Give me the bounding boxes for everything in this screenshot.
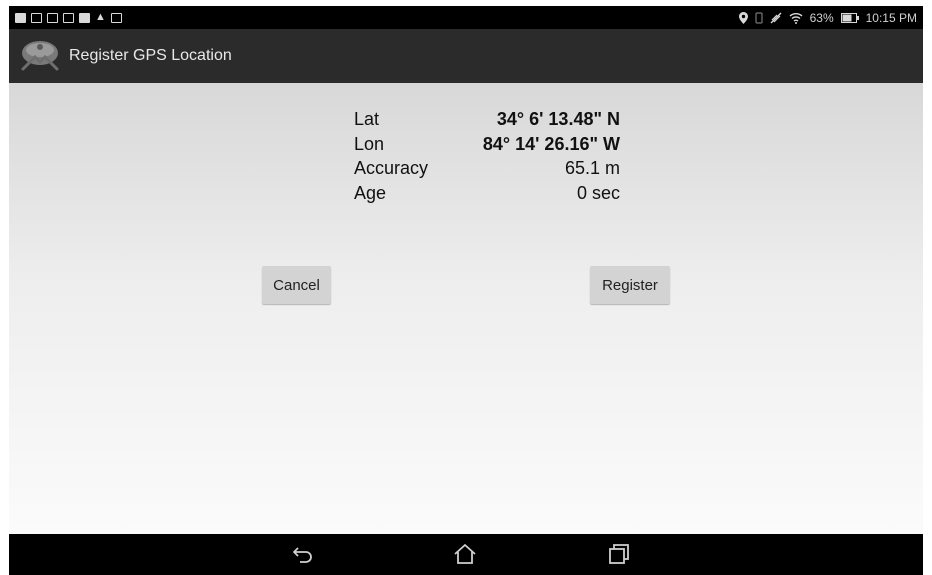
back-icon[interactable] bbox=[291, 542, 315, 566]
signal-off-icon bbox=[770, 12, 782, 23]
wifi-icon bbox=[789, 12, 803, 24]
notification-photo-icon bbox=[110, 12, 122, 23]
app-title: Register GPS Location bbox=[69, 47, 232, 64]
action-bar: Register GPS Location bbox=[9, 29, 923, 83]
longitude-value: 84° 14' 26.16" W bbox=[482, 134, 620, 154]
notification-z-icon bbox=[79, 12, 90, 23]
app-logo-icon bbox=[21, 41, 59, 71]
age-row: Age 0 sec bbox=[354, 183, 620, 207]
age-label: Age bbox=[354, 183, 387, 203]
latitude-value: 34° 6' 13.48" N bbox=[496, 109, 620, 129]
location-pin-icon bbox=[738, 11, 748, 24]
latitude-row: Lat 34° 6' 13.48" N bbox=[354, 109, 620, 133]
main-content: Lat 34° 6' 13.48" N Lon 84° 14' 26.16" W… bbox=[9, 83, 923, 534]
recent-apps-icon[interactable] bbox=[607, 542, 631, 566]
notification-window-icon bbox=[47, 12, 58, 23]
notification-app-icon bbox=[15, 12, 26, 23]
notification-window-icon bbox=[31, 12, 42, 23]
latitude-label: Lat bbox=[354, 109, 380, 129]
accuracy-label: Accuracy bbox=[354, 158, 429, 178]
accuracy-value: 65.1 m bbox=[564, 158, 620, 178]
vibrate-icon bbox=[754, 11, 763, 24]
device-screen: ▲ 63% 10:15 PM Register GPS Location Lat… bbox=[9, 6, 923, 575]
clock: 10:15 PM bbox=[865, 10, 917, 25]
battery-icon bbox=[840, 12, 859, 23]
home-icon[interactable] bbox=[453, 542, 477, 566]
system-icons: 63% 10:15 PM bbox=[738, 10, 923, 25]
accuracy-row: Accuracy 65.1 m bbox=[354, 158, 620, 182]
notification-icons: ▲ bbox=[9, 12, 122, 23]
status-bar: ▲ 63% 10:15 PM bbox=[9, 6, 923, 29]
cancel-button[interactable]: Cancel bbox=[262, 266, 331, 304]
longitude-row: Lon 84° 14' 26.16" W bbox=[354, 134, 620, 158]
register-button[interactable]: Register bbox=[590, 266, 670, 304]
notification-window-icon bbox=[63, 12, 74, 23]
age-value: 0 sec bbox=[576, 183, 620, 203]
warning-icon: ▲ bbox=[95, 11, 106, 23]
navigation-bar bbox=[9, 534, 923, 575]
longitude-label: Lon bbox=[354, 134, 385, 154]
battery-percent: 63% bbox=[809, 10, 834, 25]
